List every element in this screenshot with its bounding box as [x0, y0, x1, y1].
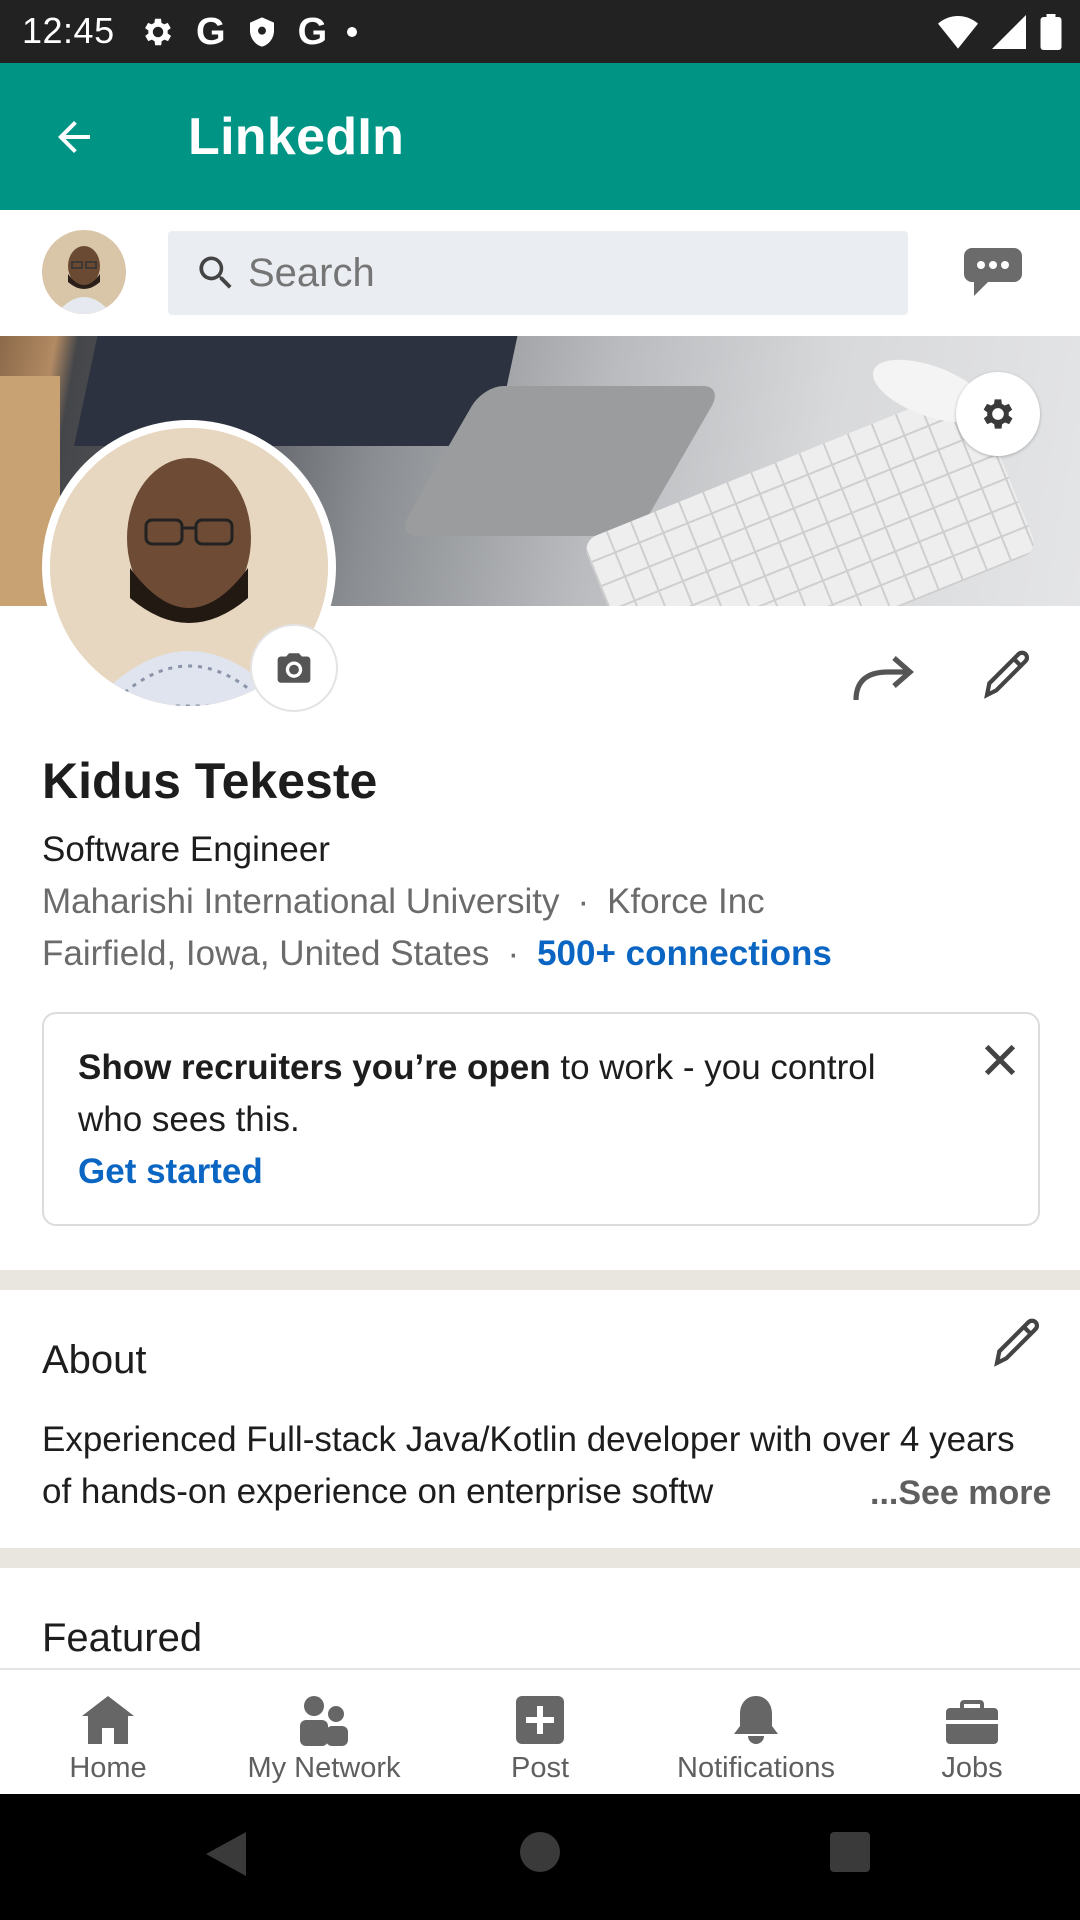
- close-icon[interactable]: [980, 1040, 1020, 1080]
- battery-icon: [1040, 14, 1062, 50]
- about-title: About: [42, 1338, 147, 1382]
- gear-icon: [983, 399, 1013, 429]
- nav-label-jobs: Jobs: [941, 1752, 1003, 1784]
- nav-label-post: Post: [510, 1752, 570, 1784]
- network-icon: [300, 1696, 348, 1746]
- app-title: LinkedIn: [188, 108, 405, 166]
- open-to-work-card: Show recruiters you’re open to work - yo…: [42, 1012, 1040, 1226]
- nav-item-post[interactable]: Post: [432, 1670, 648, 1794]
- home-icon: [82, 1696, 134, 1744]
- shield-icon: [249, 17, 274, 47]
- bell-icon: [734, 1696, 778, 1744]
- profile-name: Kidus Tekeste: [42, 753, 378, 809]
- avatar-image: [42, 230, 126, 314]
- profile-location-connections: Fairfield, Iowa, United States · 500+ conn…: [42, 934, 832, 974]
- search-input[interactable]: [248, 250, 888, 296]
- signal-icon: [992, 15, 1026, 49]
- system-back-icon[interactable]: [206, 1832, 246, 1876]
- separator: ·: [577, 882, 590, 921]
- pencil-icon: [984, 650, 1030, 699]
- separator: ·: [507, 934, 520, 973]
- back-button[interactable]: [40, 103, 108, 171]
- avatar[interactable]: [42, 230, 126, 314]
- section-divider: [0, 1270, 1080, 1290]
- nav-label-home: Home: [69, 1752, 147, 1784]
- system-home-button[interactable]: [520, 1832, 560, 1872]
- edit-profile-button[interactable]: [980, 646, 1036, 702]
- status-time: 12:45: [22, 10, 115, 51]
- share-button[interactable]: [850, 648, 916, 704]
- post-icon: [516, 1696, 564, 1744]
- settings-button[interactable]: [956, 372, 1040, 456]
- profile-company[interactable]: Kforce Inc: [607, 882, 765, 921]
- wifi-icon: [938, 16, 978, 49]
- app-bar: LinkedIn: [0, 63, 1080, 210]
- get-started-link[interactable]: Get started: [78, 1152, 263, 1192]
- search-bar[interactable]: [168, 231, 908, 315]
- pencil-icon: [994, 1318, 1040, 1367]
- share-arrow-icon: [853, 656, 914, 701]
- featured-title: Featured: [42, 1616, 203, 1660]
- bottom-nav: Home My Network Post Notifications Jobs: [0, 1668, 1080, 1794]
- profile-location: Fairfield, Iowa, United States: [42, 934, 490, 973]
- edit-about-button[interactable]: [990, 1314, 1046, 1370]
- nav-label-my-network: My Network: [247, 1752, 401, 1784]
- briefcase-icon: [946, 1700, 998, 1744]
- nav-item-jobs[interactable]: Jobs: [864, 1670, 1080, 1794]
- arrow-left-icon: [58, 121, 90, 153]
- see-more-link[interactable]: ...See more: [862, 1474, 1052, 1513]
- nav-item-my-network[interactable]: My Network: [216, 1670, 432, 1794]
- profile-education-company: Maharishi International University · Kforc…: [42, 882, 765, 922]
- chat-icon: [964, 248, 1022, 296]
- connections-link[interactable]: 500+ connections: [537, 934, 832, 973]
- dot-icon: [347, 27, 358, 37]
- settings-icon: [145, 18, 172, 46]
- messaging-button[interactable]: [962, 246, 1034, 306]
- google-icon: G: [297, 11, 328, 53]
- google-icon: G: [196, 11, 226, 53]
- section-divider: [0, 1548, 1080, 1568]
- camera-icon: [277, 653, 311, 683]
- nav-label-notifications: Notifications: [677, 1752, 835, 1784]
- open-to-work-text: Show recruiters you’re open to work - yo…: [78, 1042, 918, 1146]
- camera-button[interactable]: [250, 624, 338, 712]
- search-row: [0, 210, 1080, 336]
- status-bar: 12:45 G G: [0, 0, 1080, 63]
- profile-school[interactable]: Maharishi International University: [42, 882, 559, 921]
- open-to-work-bold-text: Show recruiters you’re open: [78, 1048, 551, 1087]
- nav-item-notifications[interactable]: Notifications: [648, 1670, 864, 1794]
- status-icons-left: G G: [140, 11, 358, 53]
- search-icon: [199, 256, 232, 289]
- profile-headline: Software Engineer: [42, 830, 330, 869]
- status-icons-right: [938, 12, 1062, 52]
- nav-item-home[interactable]: Home: [0, 1670, 216, 1794]
- system-nav-bar: [0, 1794, 1080, 1920]
- system-recents-button[interactable]: [830, 1832, 870, 1872]
